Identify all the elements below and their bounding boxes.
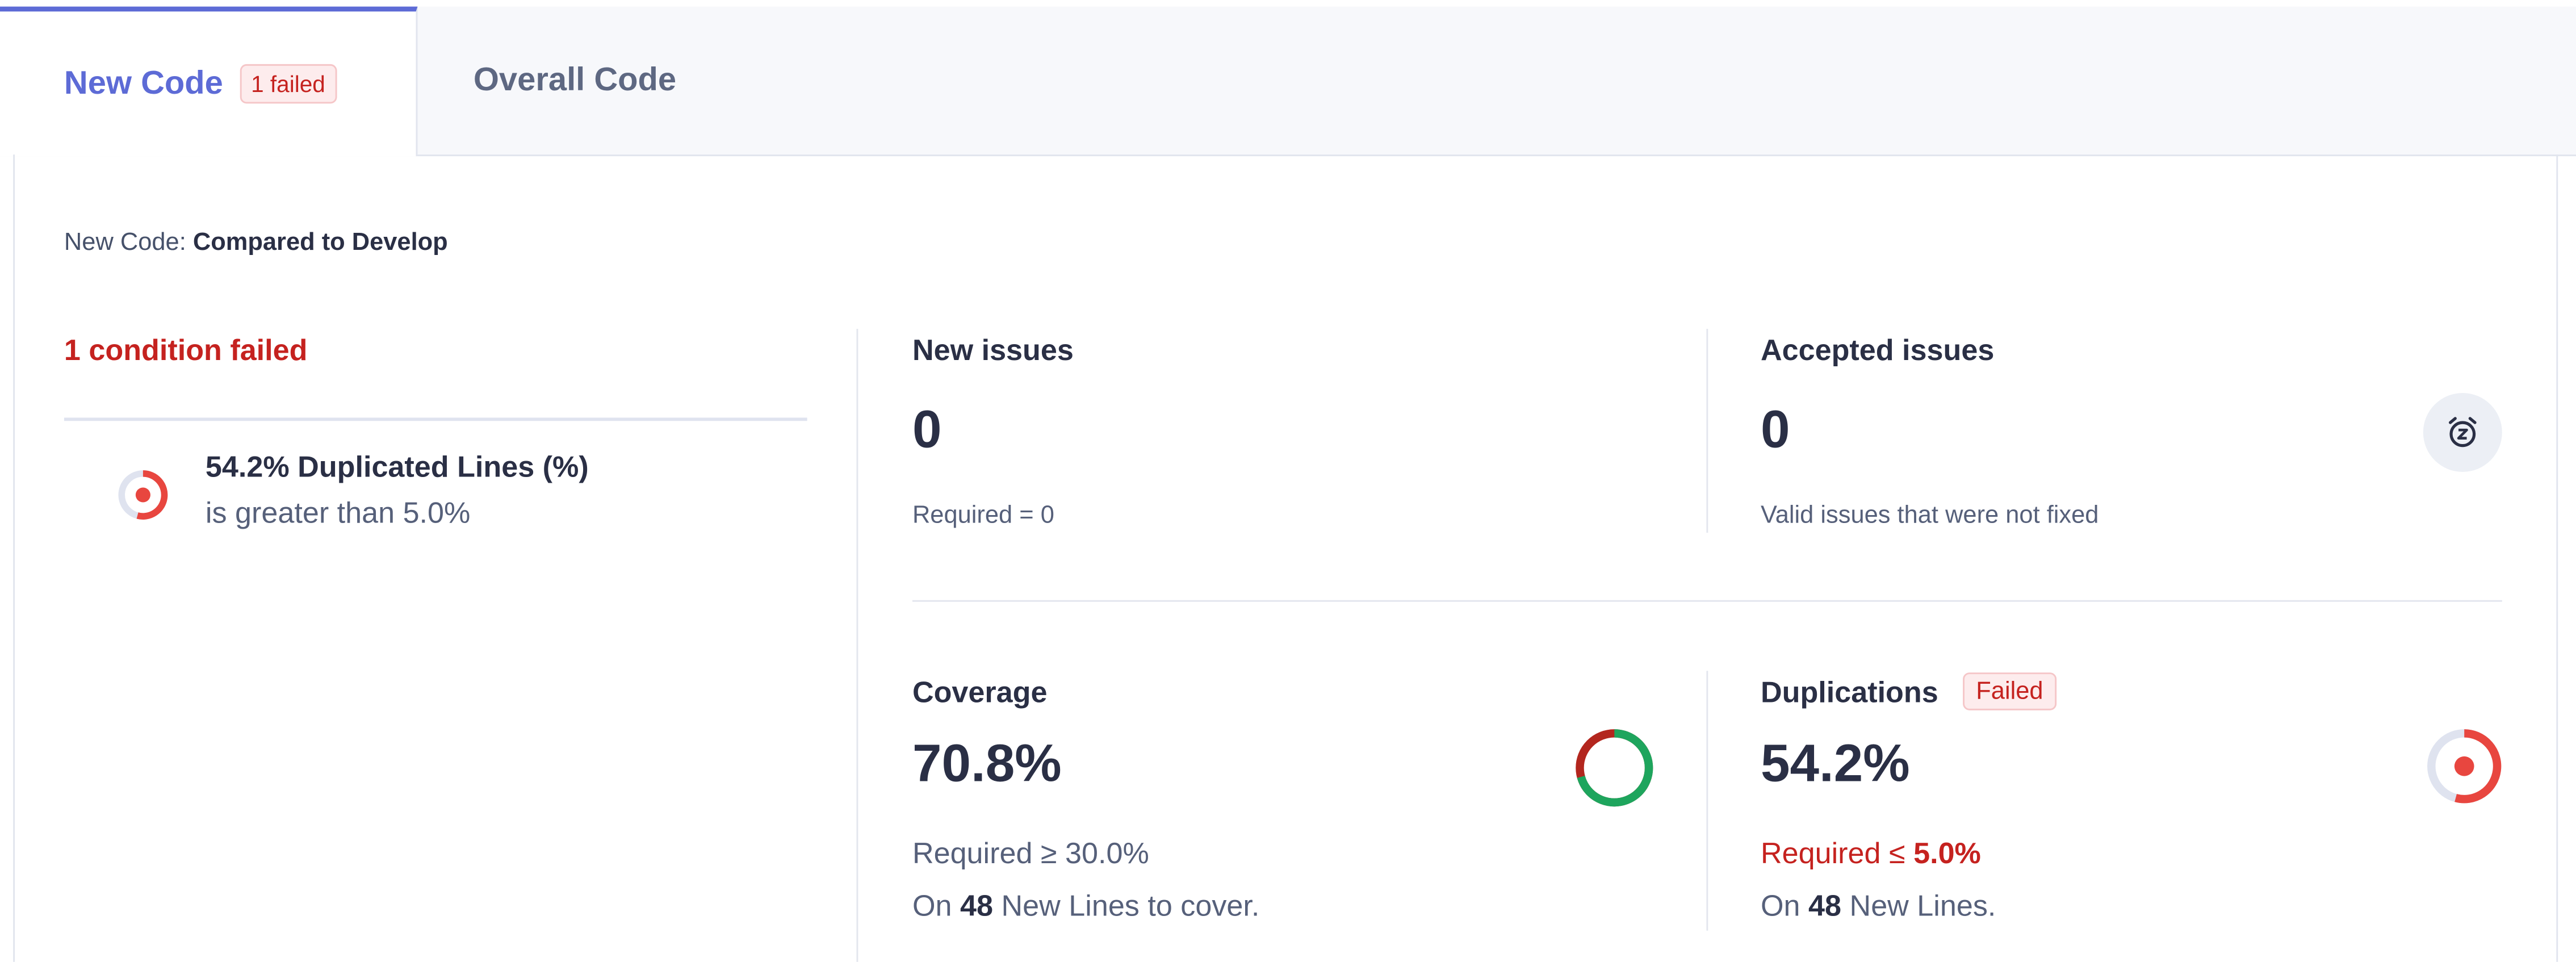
conditions-divider (64, 417, 807, 421)
column-divider (856, 329, 858, 962)
tab-bar: New Code 1 failed Overall Code (0, 6, 2576, 157)
coverage-lines-count: 48 (960, 889, 994, 923)
accepted-issues-value[interactable]: 0 (1761, 400, 1790, 461)
panel-border-left (13, 154, 15, 962)
duplications-lines-prefix: On (1760, 889, 1800, 923)
panel-border-right (2556, 154, 2558, 962)
failed-count-badge: 1 failed (239, 64, 337, 104)
coverage-donut-icon (1576, 729, 1653, 807)
accepted-issues-note: Valid issues that were not fixed (1760, 501, 2099, 530)
coverage-lines-prefix: On (912, 889, 952, 923)
conditions-failed-title: 1 condition failed (64, 333, 308, 367)
duplications-lines-count: 48 (1808, 889, 1842, 923)
new-code-reference: New Code: Compared to Develop (64, 228, 448, 256)
tab-new-code[interactable]: New Code 1 failed (0, 6, 418, 157)
condition-subtitle: is greater than 5.0% (205, 496, 471, 530)
quality-gate-panel: New Code 1 failed Overall Code New Code:… (0, 0, 2576, 962)
coverage-value[interactable]: 70.8% (912, 733, 1062, 794)
duplications-requirement: Required ≤ 5.0% (1761, 837, 1981, 872)
metric-divider-bottom (1706, 671, 1708, 931)
coverage-requirement: Required ≥ 30.0% (912, 836, 1149, 870)
new-issues-requirement: Required = 0 (912, 501, 1054, 530)
new-issues-value[interactable]: 0 (912, 400, 942, 461)
duplications-failed-badge: Failed (1963, 672, 2056, 710)
coverage-lines-suffix: New Lines to cover. (1001, 889, 1260, 923)
metric-divider-top (1706, 329, 1708, 533)
tab-overall-code[interactable]: Overall Code (474, 7, 676, 155)
coverage-title: Coverage (912, 676, 1048, 709)
duplications-lines-suffix: New Lines. (1849, 889, 1996, 923)
duplications-value[interactable]: 54.2% (1761, 733, 1910, 794)
new-issues-title: New issues (912, 333, 1074, 367)
duplications-requirement-prefix: Required ≤ (1760, 836, 1905, 870)
duplications-requirement-value: 5.0% (1913, 836, 1981, 870)
reference-prefix: New Code: (64, 228, 186, 257)
duplications-lines: On 48 New Lines. (1761, 889, 1996, 924)
tab-new-code-label: New Code (64, 65, 223, 102)
duplications-title: Duplications (1760, 676, 1938, 709)
reference-value: Compared to Develop (192, 228, 448, 257)
metrics-row-divider (912, 600, 2502, 602)
condition-title: 54.2% Duplicated Lines (%) (205, 450, 589, 484)
coverage-lines: On 48 New Lines to cover. (912, 889, 1259, 924)
duplication-ring-icon (118, 470, 168, 520)
snooze-clock-icon (2423, 393, 2502, 472)
accepted-issues-title: Accepted issues (1760, 333, 1995, 367)
tab-overall-code-label: Overall Code (473, 61, 677, 98)
duplication-ring-icon (2427, 729, 2502, 804)
